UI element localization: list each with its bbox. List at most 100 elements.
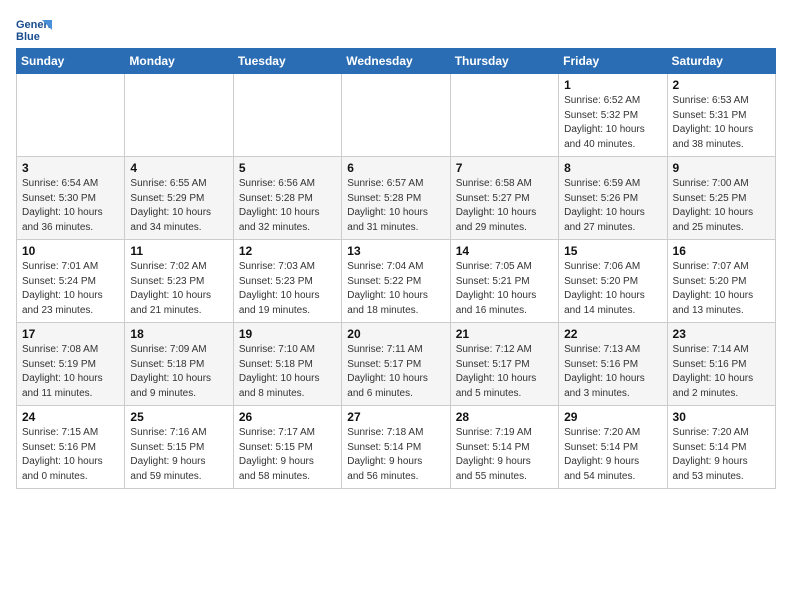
calendar-cell: 16 Sunrise: 7:07 AM Sunset: 5:20 PM Dayli… [667, 240, 775, 323]
day-number: 10 [22, 244, 119, 258]
day-info: Sunrise: 7:02 AM Sunset: 5:23 PM Dayligh… [130, 260, 227, 318]
day-number: 14 [456, 244, 553, 258]
calendar-cell: 1 Sunrise: 6:52 AM Sunset: 5:32 PM Daylig… [559, 74, 667, 157]
logo-icon: General Blue [16, 16, 52, 44]
svg-text:Blue: Blue [16, 31, 40, 43]
weekday-header-sunday: Sunday [17, 49, 125, 74]
day-info: Sunrise: 6:55 AM Sunset: 5:29 PM Dayligh… [130, 177, 227, 235]
day-info: Sunrise: 7:07 AM Sunset: 5:20 PM Dayligh… [673, 260, 770, 318]
day-info: Sunrise: 7:05 AM Sunset: 5:21 PM Dayligh… [456, 260, 553, 318]
calendar-cell [125, 74, 233, 157]
day-info: Sunrise: 7:19 AM Sunset: 5:14 PM Dayligh… [456, 426, 553, 484]
day-number: 7 [456, 161, 553, 175]
calendar-cell: 26 Sunrise: 7:17 AM Sunset: 5:15 PM Dayli… [233, 406, 341, 489]
weekday-header-monday: Monday [125, 49, 233, 74]
day-info: Sunrise: 7:08 AM Sunset: 5:19 PM Dayligh… [22, 343, 119, 401]
calendar-cell: 2 Sunrise: 6:53 AM Sunset: 5:31 PM Daylig… [667, 74, 775, 157]
day-number: 6 [347, 161, 444, 175]
calendar-cell: 11 Sunrise: 7:02 AM Sunset: 5:23 PM Dayli… [125, 240, 233, 323]
day-number: 30 [673, 410, 770, 424]
day-info: Sunrise: 7:00 AM Sunset: 5:25 PM Dayligh… [673, 177, 770, 235]
calendar-cell [233, 74, 341, 157]
calendar-cell: 12 Sunrise: 7:03 AM Sunset: 5:23 PM Dayli… [233, 240, 341, 323]
day-info: Sunrise: 7:14 AM Sunset: 5:16 PM Dayligh… [673, 343, 770, 401]
calendar-cell: 17 Sunrise: 7:08 AM Sunset: 5:19 PM Dayli… [17, 323, 125, 406]
day-info: Sunrise: 7:15 AM Sunset: 5:16 PM Dayligh… [22, 426, 119, 484]
day-number: 18 [130, 327, 227, 341]
calendar-cell: 22Sunrise: 7:13 AM Sunset: 5:16 PM Dayli… [559, 323, 667, 406]
weekday-header-tuesday: Tuesday [233, 49, 341, 74]
calendar-cell: 25 Sunrise: 7:16 AM Sunset: 5:15 PM Dayli… [125, 406, 233, 489]
calendar-cell: 21 Sunrise: 7:12 AM Sunset: 5:17 PM Dayli… [450, 323, 558, 406]
day-info: Sunrise: 6:52 AM Sunset: 5:32 PM Dayligh… [564, 94, 661, 152]
calendar-cell [450, 74, 558, 157]
calendar-cell [342, 74, 450, 157]
calendar-cell: 18 Sunrise: 7:09 AM Sunset: 5:18 PM Dayli… [125, 323, 233, 406]
day-number: 23 [673, 327, 770, 341]
day-number: 29 [564, 410, 661, 424]
day-info: Sunrise: 7:16 AM Sunset: 5:15 PM Dayligh… [130, 426, 227, 484]
logo: General Blue [16, 16, 52, 44]
calendar-cell: 20 Sunrise: 7:11 AM Sunset: 5:17 PM Dayli… [342, 323, 450, 406]
calendar-cell: 29 Sunrise: 7:20 AM Sunset: 5:14 PM Dayli… [559, 406, 667, 489]
calendar-table: SundayMondayTuesdayWednesdayThursdayFrid… [16, 48, 776, 489]
day-info: Sunrise: 7:20 AM Sunset: 5:14 PM Dayligh… [564, 426, 661, 484]
day-number: 15 [564, 244, 661, 258]
day-info: Sunrise: 6:58 AM Sunset: 5:27 PM Dayligh… [456, 177, 553, 235]
day-number: 20 [347, 327, 444, 341]
day-number: 11 [130, 244, 227, 258]
day-number: 17 [22, 327, 119, 341]
day-info: Sunrise: 7:04 AM Sunset: 5:22 PM Dayligh… [347, 260, 444, 318]
day-info: Sunrise: 6:59 AM Sunset: 5:26 PM Dayligh… [564, 177, 661, 235]
weekday-header-saturday: Saturday [667, 49, 775, 74]
day-info: Sunrise: 7:03 AM Sunset: 5:23 PM Dayligh… [239, 260, 336, 318]
day-number: 28 [456, 410, 553, 424]
day-info: Sunrise: 6:56 AM Sunset: 5:28 PM Dayligh… [239, 177, 336, 235]
calendar-cell: 9Sunrise: 7:00 AM Sunset: 5:25 PM Daylig… [667, 157, 775, 240]
calendar-cell: 4 Sunrise: 6:55 AM Sunset: 5:29 PM Daylig… [125, 157, 233, 240]
day-info: Sunrise: 6:53 AM Sunset: 5:31 PM Dayligh… [673, 94, 770, 152]
calendar-cell: 27 Sunrise: 7:18 AM Sunset: 5:14 PM Dayli… [342, 406, 450, 489]
day-number: 24 [22, 410, 119, 424]
day-number: 13 [347, 244, 444, 258]
day-info: Sunrise: 7:06 AM Sunset: 5:20 PM Dayligh… [564, 260, 661, 318]
day-info: Sunrise: 7:11 AM Sunset: 5:17 PM Dayligh… [347, 343, 444, 401]
day-number: 4 [130, 161, 227, 175]
day-number: 1 [564, 78, 661, 92]
day-info: Sunrise: 7:12 AM Sunset: 5:17 PM Dayligh… [456, 343, 553, 401]
calendar-cell: 5Sunrise: 6:56 AM Sunset: 5:28 PM Daylig… [233, 157, 341, 240]
weekday-header-wednesday: Wednesday [342, 49, 450, 74]
day-number: 2 [673, 78, 770, 92]
day-number: 26 [239, 410, 336, 424]
day-number: 12 [239, 244, 336, 258]
calendar-cell: 14 Sunrise: 7:05 AM Sunset: 5:21 PM Dayli… [450, 240, 558, 323]
calendar-cell: 23 Sunrise: 7:14 AM Sunset: 5:16 PM Dayli… [667, 323, 775, 406]
day-info: Sunrise: 7:20 AM Sunset: 5:14 PM Dayligh… [673, 426, 770, 484]
day-info: Sunrise: 6:57 AM Sunset: 5:28 PM Dayligh… [347, 177, 444, 235]
calendar-cell [17, 74, 125, 157]
day-info: Sunrise: 7:09 AM Sunset: 5:18 PM Dayligh… [130, 343, 227, 401]
day-info: Sunrise: 6:54 AM Sunset: 5:30 PM Dayligh… [22, 177, 119, 235]
weekday-header-thursday: Thursday [450, 49, 558, 74]
day-number: 3 [22, 161, 119, 175]
day-info: Sunrise: 7:18 AM Sunset: 5:14 PM Dayligh… [347, 426, 444, 484]
calendar-cell: 7 Sunrise: 6:58 AM Sunset: 5:27 PM Daylig… [450, 157, 558, 240]
day-number: 21 [456, 327, 553, 341]
calendar-cell: 13 Sunrise: 7:04 AM Sunset: 5:22 PM Dayli… [342, 240, 450, 323]
day-info: Sunrise: 7:10 AM Sunset: 5:18 PM Dayligh… [239, 343, 336, 401]
day-number: 19 [239, 327, 336, 341]
day-number: 25 [130, 410, 227, 424]
calendar-cell: 19 Sunrise: 7:10 AM Sunset: 5:18 PM Dayli… [233, 323, 341, 406]
calendar-cell: 15 Sunrise: 7:06 AM Sunset: 5:20 PM Dayli… [559, 240, 667, 323]
day-info: Sunrise: 7:17 AM Sunset: 5:15 PM Dayligh… [239, 426, 336, 484]
calendar-cell: 8Sunrise: 6:59 AM Sunset: 5:26 PM Daylig… [559, 157, 667, 240]
calendar-cell: 24 Sunrise: 7:15 AM Sunset: 5:16 PM Dayli… [17, 406, 125, 489]
page-header: General Blue [16, 16, 776, 44]
day-number: 16 [673, 244, 770, 258]
calendar-cell: 3 Sunrise: 6:54 AM Sunset: 5:30 PM Daylig… [17, 157, 125, 240]
day-info: Sunrise: 7:01 AM Sunset: 5:24 PM Dayligh… [22, 260, 119, 318]
calendar-cell: 28 Sunrise: 7:19 AM Sunset: 5:14 PM Dayli… [450, 406, 558, 489]
weekday-header-friday: Friday [559, 49, 667, 74]
day-number: 22 [564, 327, 661, 341]
day-number: 27 [347, 410, 444, 424]
